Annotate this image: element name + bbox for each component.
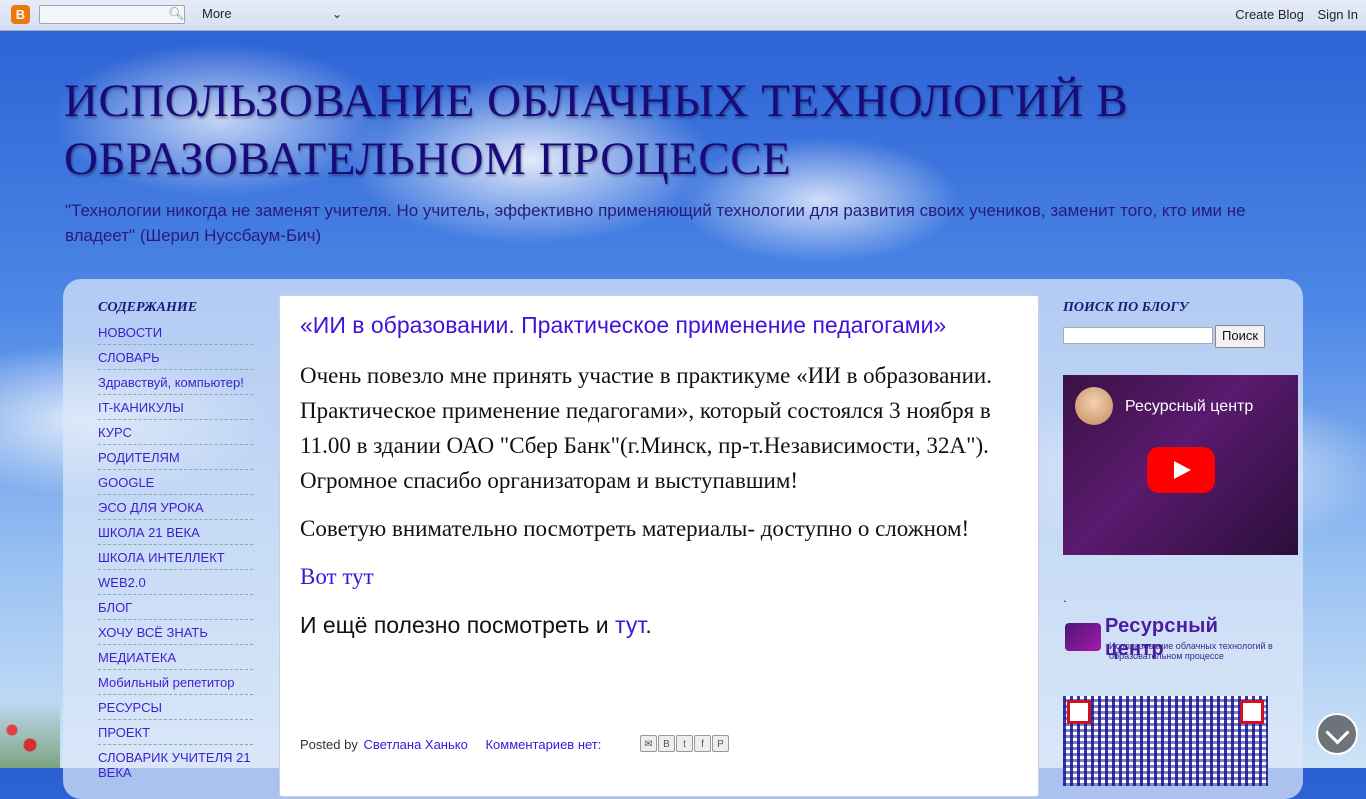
video-title[interactable]: Ресурсный центр [1125,398,1253,416]
sidebar-item-hello-computer[interactable]: Здравствуй, компьютер! [98,375,253,395]
sidebar-nav-list: НОВОСТИ СЛОВАРЬ Здравствуй, компьютер! I… [98,325,253,784]
left-sidebar: СОДЕРЖАНИЕ НОВОСТИ СЛОВАРЬ Здравствуй, к… [98,300,253,789]
create-blog-link[interactable]: Create Blog [1235,7,1304,22]
sidebar-item-it-holidays[interactable]: IT-КАНИКУЛЫ [98,400,253,420]
sidebar-title: СОДЕРЖАНИЕ [98,300,198,315]
navbar-actions: Create Blog Sign In [1225,7,1358,22]
more-dropdown-label: More [202,6,232,21]
pinterest-icon[interactable]: P [712,735,729,752]
sidebar-item-parents[interactable]: РОДИТЕЛЯМ [98,450,253,470]
blogger-navbar: B 🔍︎ More ⌄ Create Blog Sign In [0,0,1366,31]
sidebar-item-school-21[interactable]: ШКОЛА 21 ВЕКА [98,525,253,545]
author-link[interactable]: Светлана Ханько [363,737,467,752]
blogger-logo-icon[interactable]: B [11,5,30,24]
widget-dot-title: . [1063,590,1067,605]
logo-mark-icon [1065,623,1101,651]
post-title[interactable]: «ИИ в образовании. Практическое применен… [300,311,946,339]
sidebar-item-project[interactable]: ПРОЕКТ [98,725,253,745]
youtube-video-embed[interactable]: Ресурсный центр [1063,375,1298,555]
post-link-here[interactable]: Вот тут [300,564,374,589]
blog-title[interactable]: ИСПОЛЬЗОВАНИЕ ОБЛАЧНЫХ ТЕХНОЛОГИЙ В ОБРА… [64,72,1264,188]
sidebar-item-eso[interactable]: ЭСО ДЛЯ УРОКА [98,500,253,520]
comments-link[interactable]: Комментариев нет: [485,737,601,752]
channel-avatar[interactable] [1075,387,1113,425]
blog-description: "Технологии никогда не заменят учителя. … [65,201,1246,245]
post-link-there[interactable]: тут [615,612,645,638]
sidebar-item-google[interactable]: GOOGLE [98,475,253,495]
sidebar-item-mobile-tutor[interactable]: Мобильный репетитор [98,675,253,695]
chevron-down-icon: ⌄ [331,7,342,21]
post-card: «ИИ в образовании. Практическое применен… [279,295,1039,797]
sign-in-link[interactable]: Sign In [1318,7,1358,22]
share-buttons: ✉ B t f P [640,735,729,752]
qr-code-image [1063,696,1268,786]
twitter-icon[interactable]: t [676,735,693,752]
sidebar-item-teacher-dictionary[interactable]: СЛОВАРИК УЧИТЕЛЯ 21 ВЕКА [98,750,253,784]
logo-subtitle: Использование облачных технологий в обра… [1109,641,1273,661]
post-text: И ещё полезно посмотреть и [300,612,616,638]
post-body: Очень повезло мне принять участие в прак… [300,358,1010,656]
sidebar-item-want-to-know[interactable]: ХОЧУ ВСЁ ЗНАТЬ [98,625,253,645]
more-dropdown[interactable]: More ⌄ [198,3,344,25]
facebook-icon[interactable]: f [694,735,711,752]
sidebar-item-slovar[interactable]: СЛОВАРЬ [98,350,253,370]
sidebar-item-school-intellect[interactable]: ШКОЛА ИНТЕЛЛЕКТ [98,550,253,570]
qr-corner [1067,700,1091,724]
post-paragraph: Советую внимательно посмотреть материалы… [300,516,970,541]
blog-search-input[interactable] [1063,327,1213,344]
scroll-down-button[interactable] [1316,713,1358,755]
blog-search-form: Поиск [1063,325,1303,348]
sidebar-item-mediateka[interactable]: МЕДИАТЕКА [98,650,253,670]
post-text: . [645,612,652,638]
post-paragraph: И ещё полезно посмотреть и тут. [300,608,1010,643]
search-icon[interactable]: 🔍︎ [168,7,185,21]
post-paragraph: Очень повезло мне принять участие в прак… [300,363,992,493]
navbar-search-input[interactable]: 🔍︎ [39,5,185,24]
search-widget-title: ПОИСК ПО БЛОГУ [1063,300,1189,315]
sidebar-item-course[interactable]: КУРС [98,425,253,445]
background-flowers [0,700,60,768]
play-icon[interactable] [1147,447,1215,493]
sidebar-item-web20[interactable]: WEB2.0 [98,575,253,595]
blogthis-icon[interactable]: B [658,735,675,752]
sidebar-item-blog[interactable]: БЛОГ [98,600,253,620]
email-icon[interactable]: ✉ [640,735,657,752]
sidebar-item-novosti[interactable]: НОВОСТИ [98,325,253,345]
post-footer: Posted by Светлана Ханько Комментариев н… [300,736,601,754]
posted-by-label: Posted by [300,737,358,752]
resource-center-logo[interactable]: Ресурсный центр Использование облачных т… [1063,613,1273,663]
right-sidebar: ПОИСК ПО БЛОГУ Поиск Ресурсный центр . Р… [1063,300,1303,786]
qr-corner [1240,700,1264,724]
search-button[interactable]: Поиск [1215,325,1266,348]
sidebar-item-resources[interactable]: РЕСУРСЫ [98,700,253,720]
